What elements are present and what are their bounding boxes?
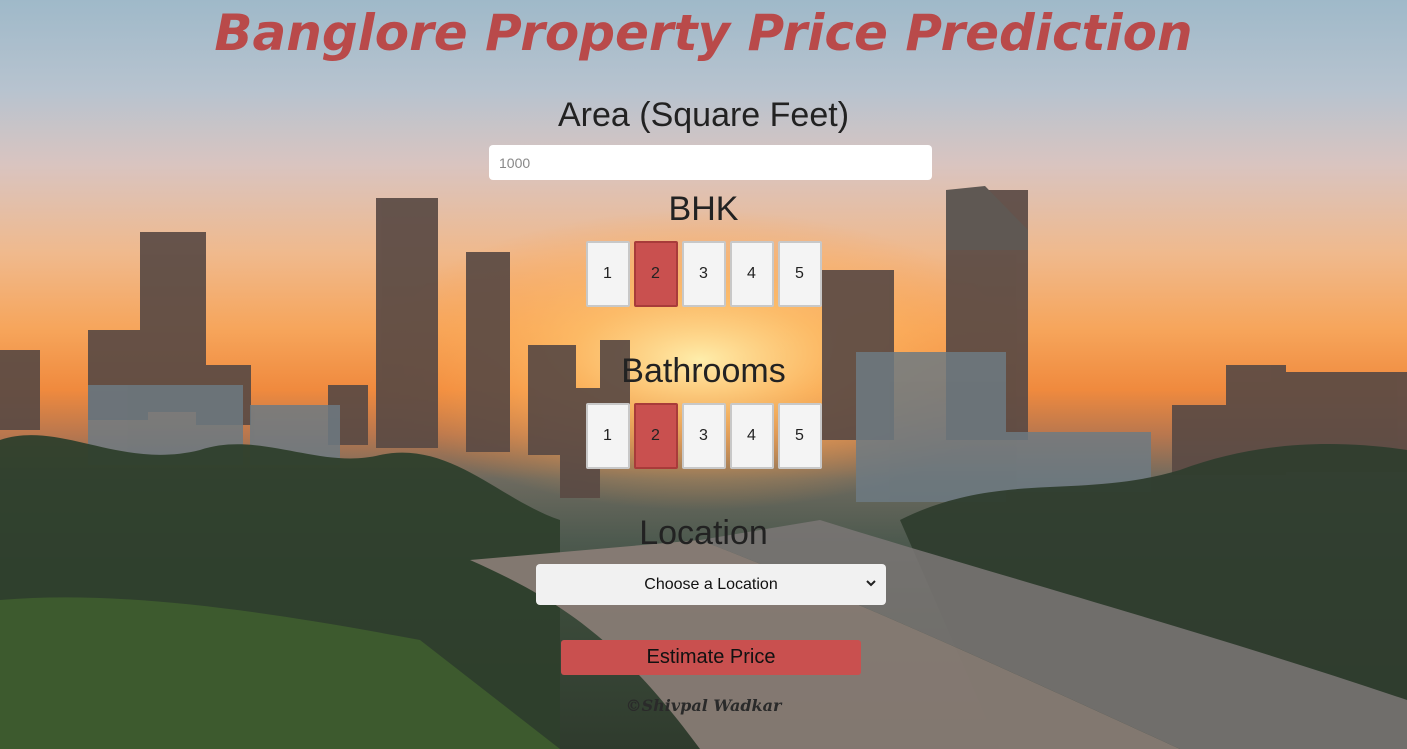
- bathroom-option-2[interactable]: 2: [633, 403, 678, 469]
- bathroom-option-3[interactable]: 3: [681, 403, 726, 469]
- estimate-price-button[interactable]: Estimate Price: [561, 640, 861, 675]
- location-select-value: Choose a Location: [644, 575, 778, 593]
- bhk-option-1[interactable]: 1: [585, 241, 630, 307]
- bathroom-option-1[interactable]: 1: [585, 403, 630, 469]
- location-select[interactable]: Choose a Location: [536, 564, 886, 605]
- bhk-options: 1 2 3 4 5: [0, 241, 1407, 307]
- page: Banglore Property Price Prediction Area …: [0, 0, 1407, 749]
- footer-credit: ©Shivpal Wadkar: [625, 696, 782, 715]
- bhk-option-2[interactable]: 2: [633, 241, 678, 307]
- page-title: Banglore Property Price Prediction: [214, 4, 1193, 62]
- bhk-label: BHK: [668, 190, 739, 228]
- bathrooms-label: Bathrooms: [621, 352, 786, 390]
- bhk-option-3[interactable]: 3: [681, 241, 726, 307]
- area-label: Area (Square Feet): [557, 96, 850, 134]
- bathroom-option-4[interactable]: 4: [729, 403, 774, 469]
- area-input[interactable]: [489, 145, 932, 180]
- bathroom-options: 1 2 3 4 5: [0, 403, 1407, 469]
- bathroom-option-5[interactable]: 5: [777, 403, 822, 469]
- bhk-option-5[interactable]: 5: [777, 241, 822, 307]
- bhk-option-4[interactable]: 4: [729, 241, 774, 307]
- location-label: Location: [639, 514, 768, 552]
- chevron-down-icon: [866, 580, 876, 587]
